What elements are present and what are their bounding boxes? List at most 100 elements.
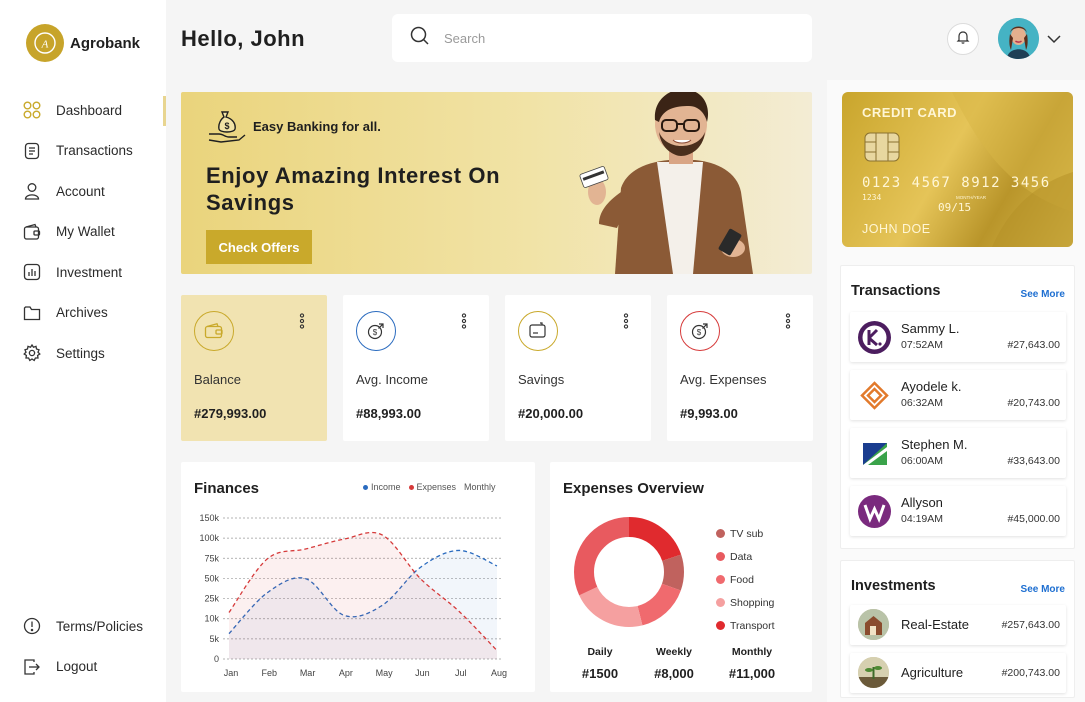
stat-value: #9,993.00 [680,406,738,421]
y-tick-label: 150k [199,513,219,523]
sidebar-item-label: Logout [56,659,98,675]
x-tick-label: Mar [300,668,316,678]
money-bag-icon: $ [207,104,247,149]
sidebar-bottom-nav: Terms/Policies Logout [0,606,166,687]
svg-text:$: $ [224,121,229,131]
card-expiry: 09/15 [938,201,972,214]
check-offers-button[interactable]: Check Offers [206,230,312,264]
expenses-title: Expenses Overview [563,480,704,497]
investments-title: Investments [851,578,936,594]
stat-label: Balance [194,372,241,387]
transaction-row[interactable]: Ayodele k. 06:32AM #20,743.00 [850,370,1066,420]
merchant-diamond-logo-icon [858,379,891,412]
sidebar-item-label: Investment [56,264,123,280]
legend-item: Food [716,568,775,591]
summary-weekly: Weekly #8,000 [654,646,694,681]
search-bar[interactable] [392,14,812,62]
sidebar-item-archives[interactable]: Archives [0,293,166,334]
transaction-row[interactable]: Stephen M. 06:00AM #33,643.00 [850,428,1066,478]
gear-icon [22,343,42,363]
y-tick-label: 50k [204,573,219,583]
card-small-number: 1234 [862,193,882,202]
stat-card-expenses[interactable]: $ Avg. Expenses #9,993.00 [667,295,813,441]
investments-see-more-link[interactable]: See More [1021,584,1065,595]
sidebar-item-account[interactable]: Account [0,171,166,212]
transactions-title: Transactions [851,283,941,299]
investment-name: Agriculture [901,665,964,680]
transaction-name: Ayodele k. [901,379,962,394]
notifications-button[interactable] [947,23,979,55]
more-options-icon[interactable] [623,313,629,334]
transaction-amount: #20,743.00 [1007,397,1060,409]
stat-label: Avg. Expenses [680,372,767,387]
promo-title: Enjoy Amazing Interest On Savings [206,163,501,215]
sidebar-item-investment[interactable]: Investment [0,252,166,293]
card-number: 0123 4567 8912 3456 [862,175,1051,191]
sidebar-item-terms[interactable]: Terms/Policies [0,606,166,647]
transaction-time: 07:52AM [901,339,944,351]
income-icon: $ [356,311,396,351]
credit-card[interactable]: CREDIT CARD 0123 4567 8912 3456 1234 MON… [842,92,1073,247]
investment-name: Real-Estate [901,617,969,632]
y-tick-label: 75k [204,553,219,563]
receipt-icon [22,141,42,161]
plant-icon [858,657,889,688]
sidebar-item-label: My Wallet [56,224,115,240]
finances-line-chart: 150k 100k 75k 50k 25k 10k 5k 0 Jan Feb Mar Apr May Ju… [199,513,507,678]
period-select[interactable]: Monthly [464,482,496,492]
sidebar-item-transactions[interactable]: Transactions [0,131,166,172]
promo-person-illustration [577,92,777,274]
chip-icon [864,132,900,167]
legend-item: Transport [716,614,775,637]
legend-income: Income [363,482,401,492]
chart-icon [22,262,42,282]
y-tick-label: 5k [209,634,219,644]
page-title: Hello, John [181,26,306,51]
transaction-row[interactable]: Allyson 04:19AM #45,000.00 [850,486,1066,536]
sidebar-item-dashboard[interactable]: Dashboard [0,90,166,131]
brand[interactable]: A Agrobank [26,24,140,62]
investment-row[interactable]: Real-Estate #257,643.00 [850,605,1066,645]
transactions-see-more-link[interactable]: See More [1021,289,1065,300]
avatar[interactable] [998,18,1039,59]
sidebar-item-logout[interactable]: Logout [0,647,166,688]
chevron-down-icon[interactable] [1046,32,1062,50]
search-input[interactable] [444,30,764,46]
sidebar-item-wallet[interactable]: My Wallet [0,212,166,253]
transaction-row[interactable]: Sammy L. 07:52AM #27,643.00 [850,312,1066,362]
search-icon [410,26,430,51]
summary-monthly: Monthly #11,000 [728,646,776,681]
legend-item: Data [716,545,775,568]
x-tick-label: Jan [224,668,239,678]
transaction-amount: #45,000.00 [1007,513,1060,525]
transaction-name: Sammy L. [901,321,960,336]
merchant-flag-logo-icon [858,437,891,470]
wallet-icon [194,311,234,351]
expenses-donut-chart [574,517,684,627]
savings-icon [518,311,558,351]
investment-row[interactable]: Agriculture #200,743.00 [850,653,1066,693]
stat-card-income[interactable]: $ Avg. Income #88,993.00 [343,295,489,441]
more-options-icon[interactable] [461,313,467,334]
more-options-icon[interactable] [785,313,791,334]
sidebar-item-label: Account [56,183,105,199]
folder-icon [22,303,42,323]
stat-card-balance[interactable]: Balance #279,993.00 [181,295,327,441]
sidebar-item-settings[interactable]: Settings [0,333,166,374]
stat-value: #20,000.00 [518,406,584,421]
legend-expenses: Expenses [408,482,456,492]
summary-daily: Daily #1500 [581,646,619,681]
x-tick-label: Feb [262,668,278,678]
stat-value: #279,993.00 [194,406,267,421]
investment-amount: #200,743.00 [1001,667,1060,679]
brand-logo-icon: A [26,24,64,62]
sidebar-item-label: Dashboard [56,102,123,118]
transaction-amount: #27,643.00 [1007,339,1060,351]
stat-card-savings[interactable]: Savings #20,000.00 [505,295,651,441]
stat-value: #88,993.00 [356,406,422,421]
y-tick-label: 10k [204,614,219,624]
grid-icon [22,100,42,120]
more-options-icon[interactable] [299,313,305,334]
transaction-time: 04:19AM [901,513,944,525]
sidebar-item-label: Terms/Policies [56,618,144,634]
